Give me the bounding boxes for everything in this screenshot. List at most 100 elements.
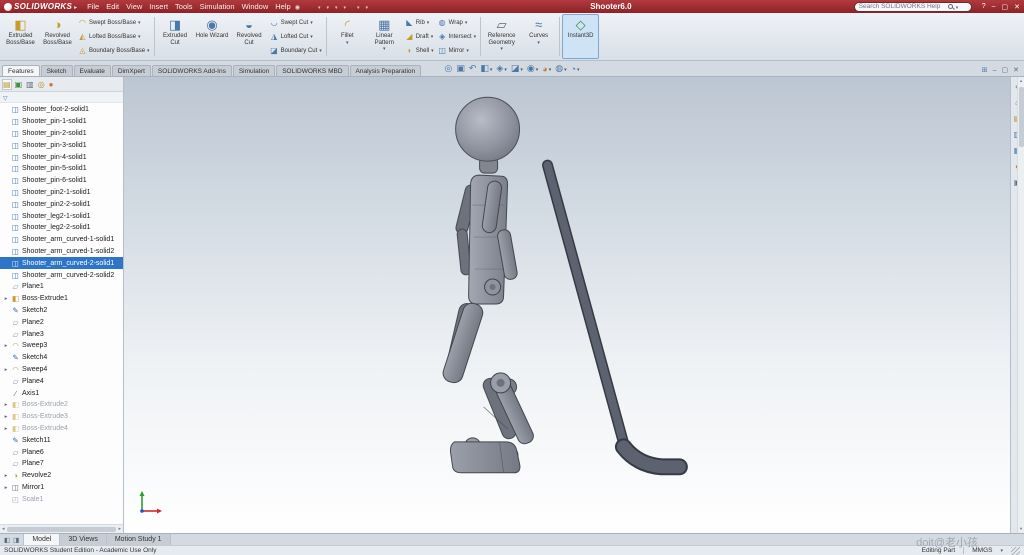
ribbon-button-reference-geometry[interactable]: Reference Geometry (483, 14, 520, 59)
command-tab[interactable]: DimXpert (112, 65, 151, 76)
expand-arrow-icon[interactable] (3, 437, 9, 444)
tree-item[interactable]: Plane3 (0, 328, 123, 340)
configurationmanager-tab[interactable] (26, 80, 34, 89)
scroll-up-icon[interactable] (1020, 78, 1022, 84)
expand-arrow-icon[interactable] (3, 165, 9, 172)
ribbon-button-wrap[interactable]: Wrap (438, 16, 477, 29)
tree-item[interactable]: Boss-Extrude4 (0, 423, 123, 435)
displaymanager-tab[interactable] (49, 80, 54, 89)
expand-arrow-icon[interactable] (3, 401, 9, 408)
expand-arrow-icon[interactable] (3, 378, 9, 385)
ribbon-button-swept-boss-base[interactable]: Swept Boss/Base (78, 16, 150, 29)
expand-arrow-icon[interactable] (3, 118, 9, 125)
tree-item[interactable]: Shooter_pin2-2-solid1 (0, 198, 123, 210)
tree-item[interactable]: Shooter_pin-4-solid1 (0, 151, 123, 163)
expand-arrow-icon[interactable] (3, 236, 9, 243)
menu-item[interactable]: Tools (175, 2, 193, 11)
expand-arrow-icon[interactable] (3, 260, 9, 267)
tree-item[interactable]: Shooter_arm_curved-2-solid1 (0, 257, 123, 269)
print-button[interactable] (334, 2, 338, 11)
ribbon-button-extruded-boss-base[interactable]: Extruded Boss/Base (2, 14, 39, 59)
tree-item[interactable]: Plane1 (0, 281, 123, 293)
expand-arrow-icon[interactable] (3, 425, 9, 432)
split-view-vertical-button[interactable] (13, 536, 19, 544)
minimize-button[interactable] (992, 3, 996, 10)
hide-show-items-button[interactable] (527, 63, 538, 74)
tree-item[interactable]: Shooter_pin2-1-solid1 (0, 187, 123, 199)
ribbon-button-mirror[interactable]: Mirror (438, 44, 477, 57)
ribbon-button-curves[interactable]: Curves (520, 14, 557, 59)
search-box[interactable] (854, 2, 972, 12)
view-orientation-button[interactable] (496, 63, 506, 74)
search-icon[interactable] (948, 4, 953, 9)
expand-arrow-icon[interactable] (3, 248, 9, 255)
view-settings-button[interactable] (571, 64, 580, 74)
resize-grip[interactable] (1011, 547, 1020, 555)
apply-scene-button[interactable] (555, 63, 566, 74)
tree-item[interactable]: Sweep3 (0, 340, 123, 352)
expand-arrow-icon[interactable] (3, 106, 9, 113)
tree-item[interactable]: Shooter_pin-1-solid1 (0, 116, 123, 128)
tree-item[interactable]: Plane2 (0, 316, 123, 328)
search-input[interactable] (859, 3, 945, 10)
ribbon-button-swept-cut[interactable]: Swept Cut (270, 16, 322, 29)
expand-arrow-icon[interactable] (3, 342, 9, 349)
expand-arrow-icon[interactable] (3, 366, 9, 373)
command-tab[interactable]: SOLIDWORKS MBD (276, 65, 348, 76)
expand-arrow-icon[interactable] (3, 283, 9, 290)
pane-layout-button[interactable] (982, 66, 988, 74)
document-tab[interactable]: Model (24, 534, 60, 545)
options-button[interactable] (365, 2, 369, 11)
ribbon-button-boundary-cut[interactable]: Boundary Cut (270, 44, 322, 57)
expand-arrow-icon[interactable] (3, 331, 9, 338)
ribbon-button-lofted-cut[interactable]: Lofted Cut (270, 30, 322, 43)
expand-arrow-icon[interactable] (3, 189, 9, 196)
expand-arrow-icon[interactable] (3, 142, 9, 149)
expand-arrow-icon[interactable] (3, 201, 9, 208)
section-view-button[interactable] (480, 63, 492, 74)
ribbon-button-extruded-cut[interactable]: Extruded Cut (157, 14, 194, 59)
scroll-down-icon[interactable] (1020, 526, 1022, 532)
command-tab[interactable]: Features (2, 65, 40, 76)
split-view-horizontal-button[interactable] (4, 536, 10, 544)
tree-item[interactable]: Shooter_pin-3-solid1 (0, 139, 123, 151)
previous-view-button[interactable] (469, 63, 477, 74)
expand-arrow-icon[interactable] (3, 484, 9, 491)
help-button[interactable] (982, 3, 986, 10)
command-tab[interactable]: Analysis Preparation (350, 65, 422, 76)
menu-item[interactable]: Edit (106, 2, 119, 11)
search-caret-icon[interactable] (956, 2, 959, 11)
tree-item[interactable]: Sweep4 (0, 364, 123, 376)
tree-item[interactable]: Shooter_arm_curved-2-solid2 (0, 269, 123, 281)
menu-item[interactable]: Insert (149, 2, 168, 11)
logo-caret-icon[interactable] (74, 2, 77, 11)
expand-arrow-icon[interactable] (3, 449, 9, 456)
doc-restore-button[interactable] (1002, 66, 1009, 74)
menu-item[interactable]: File (87, 2, 99, 11)
command-tab[interactable]: SOLIDWORKS Add-Ins (152, 65, 232, 76)
display-style-button[interactable] (511, 63, 523, 74)
expand-arrow-icon[interactable] (3, 177, 9, 184)
ribbon-button-shell[interactable]: Shell (405, 44, 434, 57)
document-tab[interactable]: 3D Views (60, 534, 106, 545)
scroll-left-icon[interactable] (2, 526, 5, 532)
ribbon-button-draft[interactable]: Draft (405, 30, 434, 43)
tree-item[interactable]: Boss-Extrude3 (0, 411, 123, 423)
tree-item[interactable]: Revolve2 (0, 470, 123, 482)
menu-item[interactable]: Help (275, 2, 290, 11)
featuremanager-tab[interactable] (3, 80, 11, 89)
tree-vertical-scrollbar[interactable] (1017, 77, 1024, 533)
pin-icon[interactable] (295, 2, 300, 11)
command-tab[interactable]: Simulation (233, 65, 275, 76)
command-tab[interactable]: Evaluate (74, 65, 111, 76)
expand-arrow-icon[interactable] (3, 319, 9, 326)
tree-item[interactable]: Plane7 (0, 458, 123, 470)
ribbon-button-revolved-boss-base[interactable]: Revolved Boss/Base (39, 14, 76, 59)
expand-arrow-icon[interactable] (3, 213, 9, 220)
doc-minimize-button[interactable] (993, 67, 997, 74)
document-tab[interactable]: Motion Study 1 (107, 534, 171, 545)
tree-item[interactable]: Shooter_leg2-2-solid1 (0, 222, 123, 234)
expand-arrow-icon[interactable] (3, 224, 9, 231)
expand-arrow-icon[interactable] (3, 413, 9, 420)
tree-item[interactable]: Shooter_pin-5-solid1 (0, 163, 123, 175)
